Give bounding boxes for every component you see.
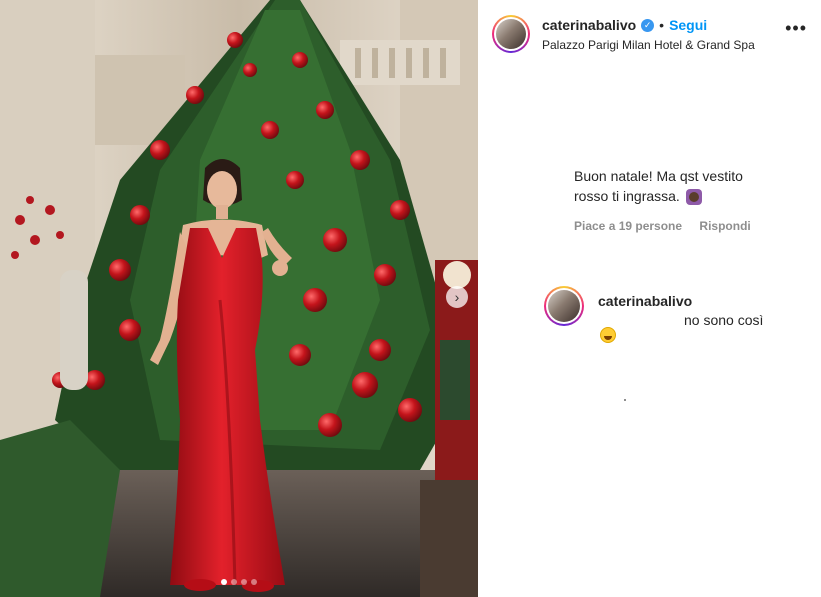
more-options-icon[interactable]: •••	[785, 18, 807, 39]
carousel-dot	[241, 579, 247, 585]
reply-button[interactable]: Rispondi	[699, 219, 750, 233]
avatar-image	[548, 290, 580, 322]
comment-likes-link[interactable]: Piace a 19 persone	[574, 219, 682, 233]
reply-text: no sono così	[684, 312, 764, 328]
next-image-button[interactable]: ›	[446, 286, 468, 308]
follow-button[interactable]: Segui	[669, 17, 707, 33]
post-side-panel: caterinabalivo ✓ • Segui Palazzo Parigi …	[478, 0, 821, 597]
location-link[interactable]: Palazzo Parigi Milan Hotel & Grand Spa	[542, 38, 755, 52]
separator-dot: •	[659, 17, 665, 33]
post-photo[interactable]: ›	[0, 0, 478, 597]
verified-badge-icon: ✓	[641, 18, 655, 32]
comment-meta: Piace a 19 persone Rispondi	[574, 219, 765, 233]
carousel-dot	[251, 579, 257, 585]
comment-text: Buon natale! Ma qst vestito rosso ti ing…	[574, 168, 743, 206]
christmas-photo-illustration	[0, 0, 478, 597]
avatar-image	[496, 19, 526, 49]
carousel-indicator	[0, 579, 478, 585]
carousel-dot-active	[221, 579, 227, 585]
carousel-dot	[231, 579, 237, 585]
chevron-right-icon: ›	[454, 289, 460, 305]
reply-avatar[interactable]	[544, 286, 584, 326]
avatar[interactable]	[492, 15, 530, 53]
divider-dot	[624, 399, 626, 401]
post-header: caterinabalivo ✓ • Segui Palazzo Parigi …	[478, 0, 821, 68]
username-link[interactable]: caterinabalivo	[542, 17, 636, 33]
woman-gesturing-no-emoji-icon	[685, 189, 702, 206]
laughing-emoji-icon	[600, 327, 616, 343]
header-user-line: caterinabalivo ✓ • Segui	[542, 17, 707, 33]
reply-username-link[interactable]: caterinabalivo	[598, 293, 692, 309]
